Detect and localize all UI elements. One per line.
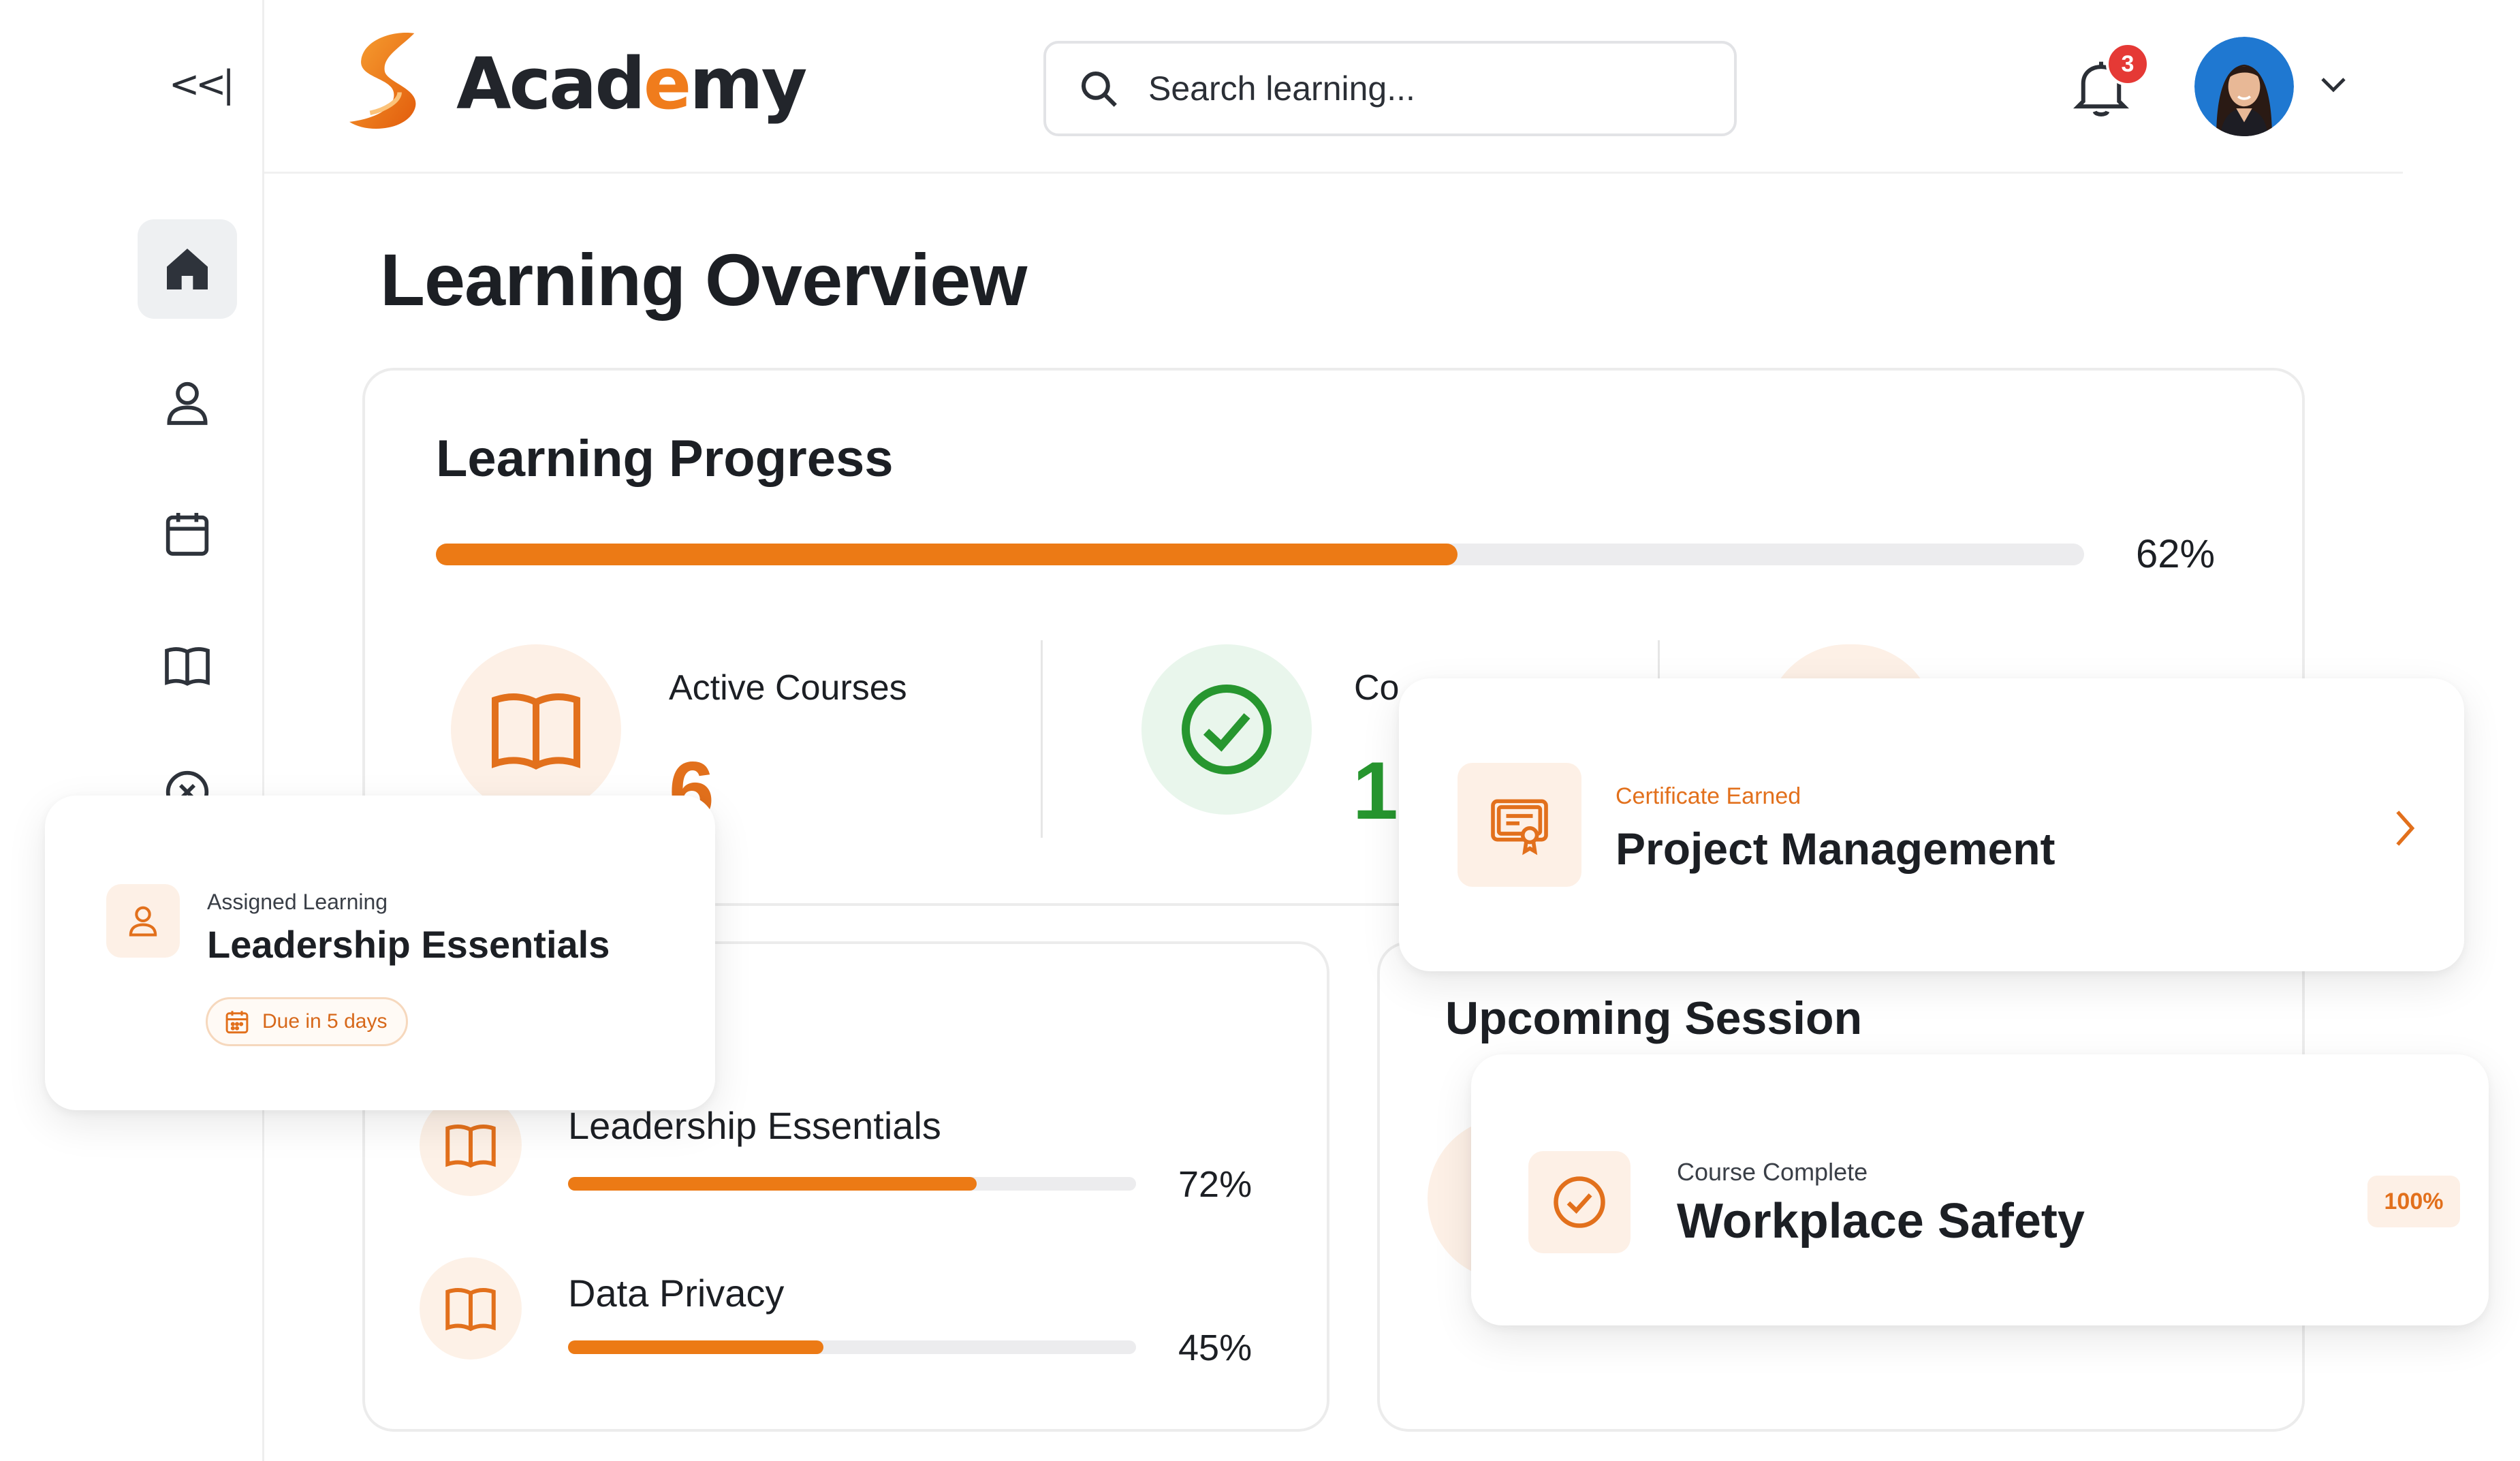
active-courses-icon-circle: [451, 644, 621, 815]
sidebar-item-calendar[interactable]: [138, 484, 237, 583]
header-divider: [264, 172, 2403, 174]
completed-icon-circle: [1141, 644, 1312, 815]
page-title: Learning Overview: [380, 238, 1027, 321]
search-icon: [1081, 71, 1117, 107]
app-name: Academy: [456, 42, 807, 125]
book-icon: [492, 693, 580, 770]
course-name[interactable]: Data Privacy: [568, 1271, 784, 1315]
learning-progress-title: Learning Progress: [436, 430, 894, 488]
chevron-down-icon[interactable]: [2317, 71, 2350, 98]
course-progress-percent: 72%: [1178, 1164, 1253, 1205]
book-icon: [445, 1125, 496, 1168]
book-icon: [445, 1288, 496, 1332]
course-progress-fill: [568, 1340, 824, 1354]
academy-logo-icon: [349, 33, 416, 129]
course-progress-bar: [568, 1177, 1136, 1191]
completed-label: Co: [1354, 668, 1400, 708]
sidebar-item-home[interactable]: [138, 219, 237, 319]
book-icon: [165, 647, 210, 686]
chevron-right-icon[interactable]: [2389, 806, 2421, 850]
certificate-icon-box: [1458, 763, 1581, 887]
calendar-icon: [166, 513, 209, 556]
course-icon-circle: [420, 1257, 522, 1360]
complete-course-title: Workplace Safety: [1677, 1194, 2085, 1248]
overall-progress-fill: [436, 544, 1458, 565]
certificate-icon: [1491, 799, 1548, 855]
complete-caption: Course Complete: [1677, 1158, 1868, 1186]
check-circle-icon: [1182, 685, 1272, 774]
overall-progress-percent: 62%: [2136, 532, 2216, 576]
sidebar: <<|: [0, 0, 264, 1461]
stat-divider: [1041, 640, 1043, 838]
check-circle-icon: [1554, 1176, 1605, 1228]
due-text: Due in 5 days: [262, 1010, 388, 1033]
complete-icon-box: [1528, 1151, 1631, 1253]
home-icon: [167, 249, 208, 289]
certificate-caption: Certificate Earned: [1616, 783, 1801, 809]
collapse-sidebar-button[interactable]: <<|: [169, 63, 235, 106]
search-bar[interactable]: [1043, 41, 1737, 136]
course-progress-fill: [568, 1177, 977, 1191]
course-progress-percent: 45%: [1178, 1328, 1253, 1368]
avatar[interactable]: [2194, 37, 2294, 136]
certificate-course-title: Project Management: [1616, 823, 2056, 874]
course-progress-bar: [568, 1340, 1136, 1354]
upcoming-session-title: Upcoming Session: [1445, 992, 1863, 1044]
active-courses-label: Active Courses: [669, 668, 907, 708]
calendar-icon: [225, 1011, 249, 1034]
user-avatar-image: [2194, 37, 2294, 136]
overall-progress-bar: [436, 544, 2084, 565]
assigned-course-title: Leadership Essentials: [207, 923, 610, 966]
app-logo[interactable]: Academy: [341, 27, 807, 140]
completion-badge: 100%: [2367, 1176, 2460, 1227]
user-icon: [167, 381, 208, 425]
due-badge: Due in 5 days: [206, 997, 409, 1046]
assigned-caption: Assigned Learning: [207, 890, 388, 914]
assigned-icon-box: [106, 884, 180, 958]
notification-badge: 3: [2106, 42, 2149, 86]
user-icon: [129, 906, 157, 937]
sidebar-item-profile[interactable]: [138, 353, 237, 452]
search-input[interactable]: [1148, 69, 1680, 108]
sidebar-item-library[interactable]: [138, 616, 237, 715]
